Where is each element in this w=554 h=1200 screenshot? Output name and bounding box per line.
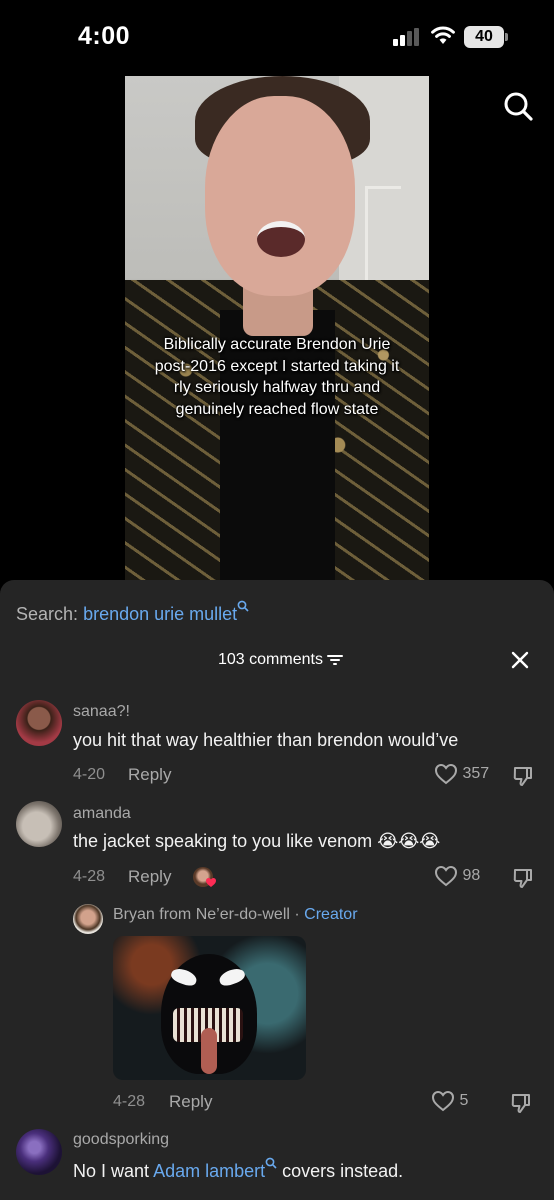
search-small-icon bbox=[237, 600, 249, 612]
dislike-icon[interactable] bbox=[510, 1092, 532, 1114]
reply-username-text: Bryan from Ne’er-do-well bbox=[113, 906, 290, 923]
status-time: 4:00 bbox=[78, 22, 131, 50]
reply-username[interactable]: Bryan from Ne’er-do-well · Creator bbox=[113, 906, 358, 924]
venom-tongue bbox=[201, 1028, 217, 1074]
battery-icon: 40 bbox=[464, 26, 508, 48]
heart-icon bbox=[434, 763, 458, 785]
search-prefix: Search: bbox=[16, 604, 79, 624]
comment-date: 4-20 bbox=[73, 766, 106, 783]
comment-date: 4-28 bbox=[73, 868, 106, 885]
reply-button[interactable]: Reply bbox=[128, 867, 171, 887]
search-icon[interactable] bbox=[502, 90, 534, 122]
venom-gif-image[interactable] bbox=[113, 936, 306, 1080]
like-button[interactable]: 98 bbox=[434, 865, 480, 887]
creator-badge: Creator bbox=[304, 906, 358, 923]
comment-count-header[interactable]: 103 comments bbox=[218, 651, 343, 669]
comment-text-body: the jacket speaking to you like venom bbox=[73, 831, 373, 851]
like-count: 5 bbox=[459, 1092, 469, 1110]
search-suggestion[interactable]: Search: brendon urie mullet bbox=[16, 600, 249, 625]
wifi-icon bbox=[431, 26, 455, 44]
avatar[interactable] bbox=[16, 1129, 62, 1175]
reply-date: 4-28 bbox=[113, 1093, 146, 1110]
comment-text-post: covers instead. bbox=[282, 1161, 404, 1181]
avatar[interactable] bbox=[16, 700, 62, 746]
heart-icon bbox=[431, 1090, 455, 1112]
like-count: 98 bbox=[462, 867, 481, 885]
mention-link[interactable]: Adam lambert bbox=[153, 1161, 265, 1181]
comments-sheet: Search: brendon urie mullet 103 comments… bbox=[0, 580, 554, 1200]
avatar[interactable] bbox=[73, 904, 103, 934]
video-player[interactable]: Biblically accurate Brendon Urie post-20… bbox=[125, 76, 429, 580]
comment-text-pre: No I want bbox=[73, 1161, 150, 1181]
reply-button[interactable]: Reply bbox=[169, 1092, 212, 1112]
comment-count: 103 comments bbox=[218, 651, 323, 668]
comment-text: No I want Adam lambert covers instead. bbox=[73, 1157, 403, 1182]
dislike-icon[interactable] bbox=[512, 867, 534, 889]
search-term-link[interactable]: brendon urie mullet bbox=[83, 604, 237, 624]
video-face bbox=[205, 96, 355, 296]
creator-heart-icon bbox=[206, 878, 216, 887]
video-mouth bbox=[257, 221, 305, 257]
comment-username[interactable]: sanaa?! bbox=[73, 703, 130, 721]
comment-username[interactable]: amanda bbox=[73, 805, 131, 823]
heart-icon bbox=[434, 865, 458, 887]
like-count: 357 bbox=[462, 765, 490, 783]
close-icon[interactable] bbox=[508, 648, 532, 672]
avatar[interactable] bbox=[16, 801, 62, 847]
cellular-signal-icon bbox=[393, 28, 423, 46]
comment-username[interactable]: goodsporking bbox=[73, 1131, 169, 1149]
search-small-icon bbox=[265, 1157, 277, 1169]
like-button[interactable]: 5 bbox=[431, 1090, 468, 1112]
comment-text: the jacket speaking to you like venom 😭😭… bbox=[73, 831, 440, 852]
comment-text: you hit that way healthier than brendon … bbox=[73, 730, 459, 750]
reply-button[interactable]: Reply bbox=[128, 765, 171, 785]
crying-emoji: 😭😭😭 bbox=[377, 831, 441, 852]
creator-separator: · bbox=[294, 906, 300, 923]
video-caption: Biblically accurate Brendon Urie post-20… bbox=[154, 336, 400, 418]
sort-filter-icon[interactable] bbox=[326, 654, 343, 666]
dislike-icon[interactable] bbox=[512, 765, 534, 787]
like-button[interactable]: 357 bbox=[434, 763, 489, 785]
status-bar: 4:00 40 bbox=[0, 0, 554, 76]
